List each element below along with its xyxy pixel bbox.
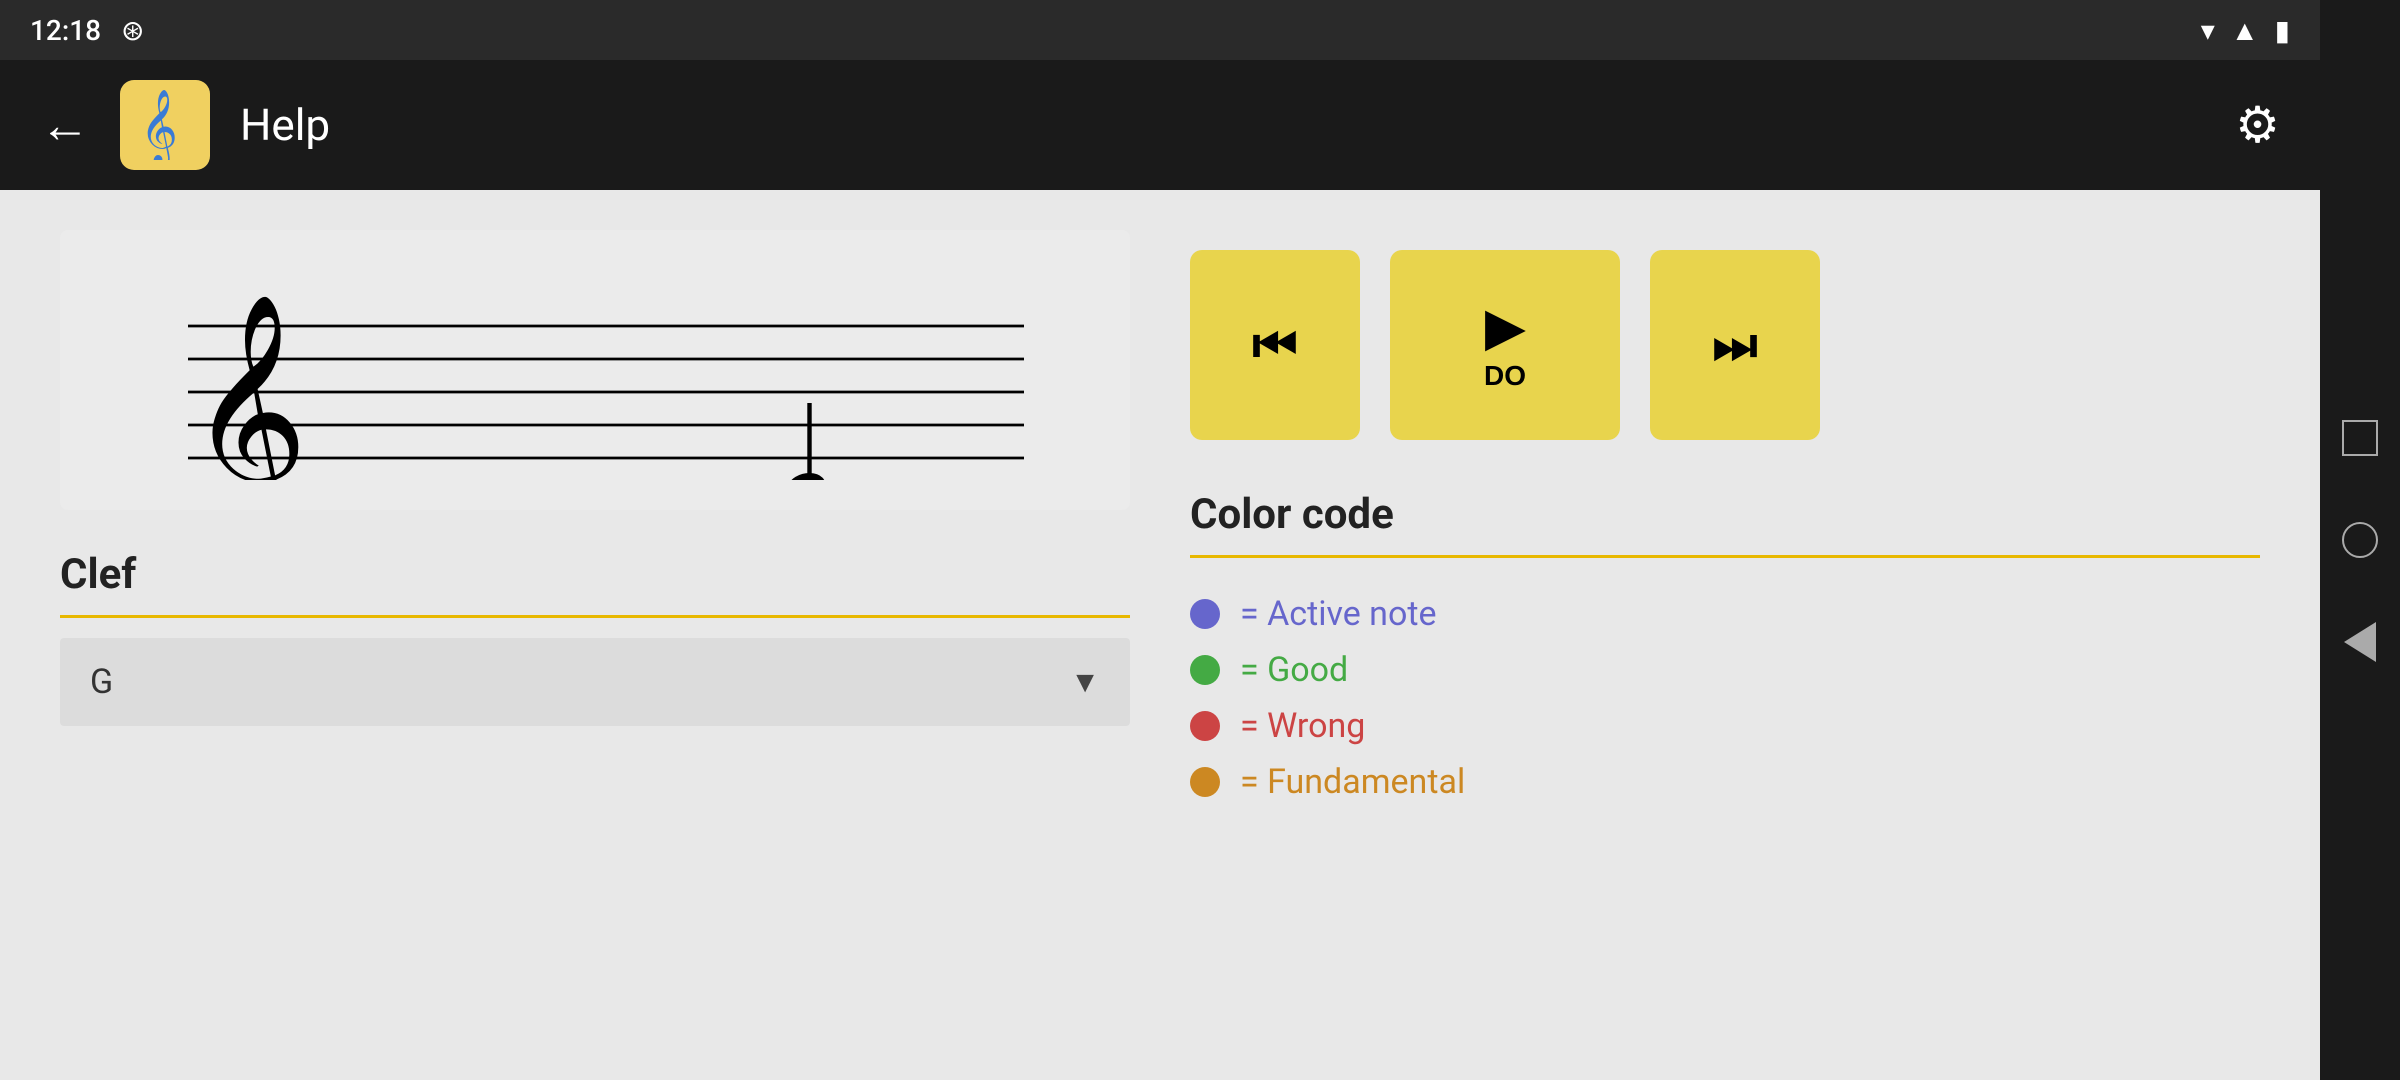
play-note-label: DO [1484, 360, 1526, 392]
shield-icon: ⊛ [121, 14, 144, 47]
fundamental-dot [1190, 767, 1220, 797]
battery-icon: ▮ [2275, 14, 2290, 47]
status-left: 12:18 ⊛ [30, 14, 145, 47]
status-right: ▾ ▲ ▮ [2201, 14, 2290, 47]
app-title: Help [240, 99, 330, 151]
back-icon [2344, 622, 2376, 662]
right-panel: ⏮ ▶ DO ⏭ Color code = Active note [1190, 230, 2260, 1040]
wrong-dot [1190, 711, 1220, 741]
clef-section: Clef G ▼ [60, 550, 1130, 726]
recents-icon [2342, 420, 2378, 456]
app-bar-left: ← 𝄞 Help [40, 80, 330, 170]
app-bar: ← 𝄞 Help ⚙ [0, 60, 2320, 190]
skip-forward-button[interactable]: ⏭ [1650, 250, 1820, 440]
clef-value: G [90, 662, 113, 702]
good-label: = Good [1240, 650, 1348, 690]
good-dot [1190, 655, 1220, 685]
left-panel: 𝄞 Clef G ▼ [60, 230, 1130, 1040]
status-time: 12:18 [30, 14, 101, 47]
treble-clef-icon: 𝄞 [135, 90, 195, 160]
app-container: 12:18 ⊛ ▾ ▲ ▮ ← 𝄞 Help ⚙ [0, 0, 2320, 1080]
color-item-wrong: = Wrong [1190, 706, 2260, 746]
back-button[interactable]: ← [40, 96, 90, 155]
app-icon: 𝄞 [120, 80, 210, 170]
signal-icon: ▲ [2231, 14, 2259, 47]
clef-dropdown[interactable]: G ▼ [60, 638, 1130, 726]
nav-recents-button[interactable] [2339, 417, 2381, 459]
nav-home-button[interactable] [2339, 519, 2381, 561]
clef-divider [60, 615, 1130, 618]
status-bar: 12:18 ⊛ ▾ ▲ ▮ [0, 0, 2320, 60]
settings-button[interactable]: ⚙ [2235, 96, 2280, 155]
clef-title: Clef [60, 550, 1130, 599]
main-content: 𝄞 Clef G ▼ [0, 190, 2320, 1080]
color-item-active: = Active note [1190, 594, 2260, 634]
color-item-fundamental: = Fundamental [1190, 762, 2260, 802]
svg-text:𝄞: 𝄞 [140, 91, 178, 160]
color-code-title: Color code [1190, 490, 2260, 539]
color-code-section: Color code = Active note = Good = Wrong [1190, 490, 2260, 802]
active-note-label: = Active note [1240, 594, 1437, 634]
color-code-divider [1190, 555, 2260, 558]
color-code-items: = Active note = Good = Wrong = Fundament… [1190, 594, 2260, 802]
svg-text:𝄞: 𝄞 [188, 297, 308, 480]
play-button[interactable]: ▶ DO [1390, 250, 1620, 440]
home-icon [2342, 522, 2378, 558]
active-note-dot [1190, 599, 1220, 629]
nav-back-button[interactable] [2339, 621, 2381, 663]
dropdown-arrow-icon: ▼ [1070, 665, 1100, 700]
playback-controls: ⏮ ▶ DO ⏭ [1190, 230, 2260, 440]
android-nav-panel [2320, 0, 2400, 1080]
music-staff: 𝄞 [100, 260, 1090, 480]
wrong-label: = Wrong [1240, 706, 1365, 746]
staff-area: 𝄞 [60, 230, 1130, 510]
fundamental-label: = Fundamental [1240, 762, 1465, 802]
skip-back-button[interactable]: ⏮ [1190, 250, 1360, 440]
wifi-icon: ▾ [2201, 14, 2215, 47]
play-icon: ▶ [1486, 298, 1524, 356]
color-item-good: = Good [1190, 650, 2260, 690]
